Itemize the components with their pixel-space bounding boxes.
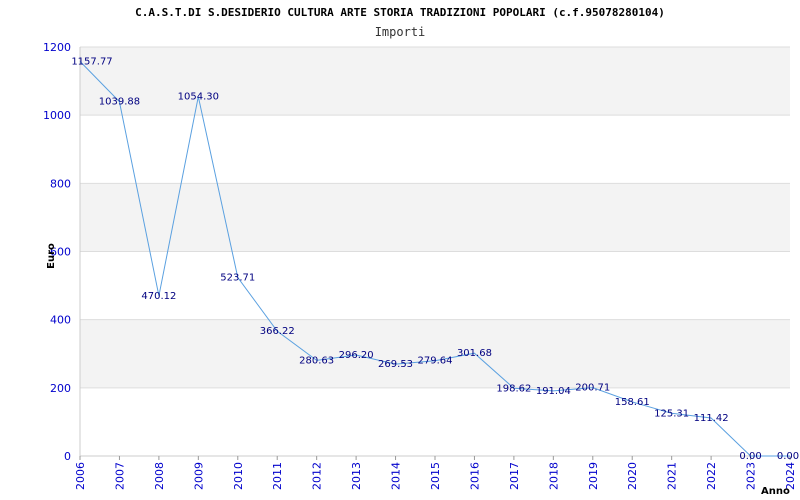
x-tick-label: 2015 [429,462,442,490]
x-tick-label: 2021 [666,462,679,490]
x-tick-label: 2014 [390,462,403,490]
grid-band [80,319,790,388]
data-label: 198.62 [496,383,531,394]
data-label: 0.00 [739,451,761,462]
x-axis-label: Anno [761,486,790,497]
data-label: 280.63 [299,355,334,366]
data-label: 523.71 [220,273,255,284]
x-tick-labels: 2006 2007 2008 2009 2010 2011 2012 2013 2014 2015… [74,462,797,490]
x-tick-label: 2012 [311,462,324,490]
x-tick-label: 2008 [153,462,166,490]
data-labels: 1157.77 1039.88 470.12 1054.30 523.71 366.22 2… [71,56,799,462]
data-label: 125.31 [654,408,689,419]
x-tick-label: 2019 [587,462,600,490]
data-label: 1157.77 [71,56,112,67]
series-line [79,61,790,457]
y-tick-label: 1200 [43,41,71,54]
data-label: 1039.88 [99,97,140,108]
x-tick-label: 2023 [745,462,758,490]
y-tick-label: 0 [64,450,71,463]
data-label: 200.71 [575,383,610,394]
data-label: 366.22 [260,326,295,337]
y-tick-label: 200 [50,382,71,395]
data-label: 470.12 [141,291,176,302]
x-tick-label: 2009 [192,462,205,490]
y-tick-label: 400 [50,314,71,327]
line-chart: 020040060080010001200 2006 2007 2008 2009 20… [43,41,799,497]
x-tick-label: 2010 [232,462,245,490]
data-label: 1054.30 [178,92,219,103]
grid-band [80,47,790,116]
x-tick-label: 2016 [468,462,481,490]
data-label: 296.20 [339,350,374,361]
y-axis-label: Euro [46,243,57,269]
x-tick-label: 2006 [74,462,87,490]
x-tick-label: 2018 [547,462,560,490]
x-tick-label: 2017 [508,462,521,490]
x-tick-label: 2011 [271,462,284,490]
data-label: 191.04 [536,386,571,397]
data-label: 158.61 [615,397,650,408]
data-label: 301.68 [457,348,492,359]
data-label: 0.00 [777,451,799,462]
series-polyline [79,61,790,457]
grid-band [80,183,790,252]
x-tick-label: 2020 [626,462,639,490]
x-tick-label: 2013 [350,462,363,490]
data-label: 111.42 [694,413,729,424]
data-label: 269.53 [378,359,413,370]
y-tick-label: 1000 [43,109,71,122]
y-tick-label: 800 [50,177,71,190]
data-label: 279.64 [418,356,453,367]
x-tick-label: 2022 [705,462,718,490]
x-tick-label: 2007 [113,462,126,490]
